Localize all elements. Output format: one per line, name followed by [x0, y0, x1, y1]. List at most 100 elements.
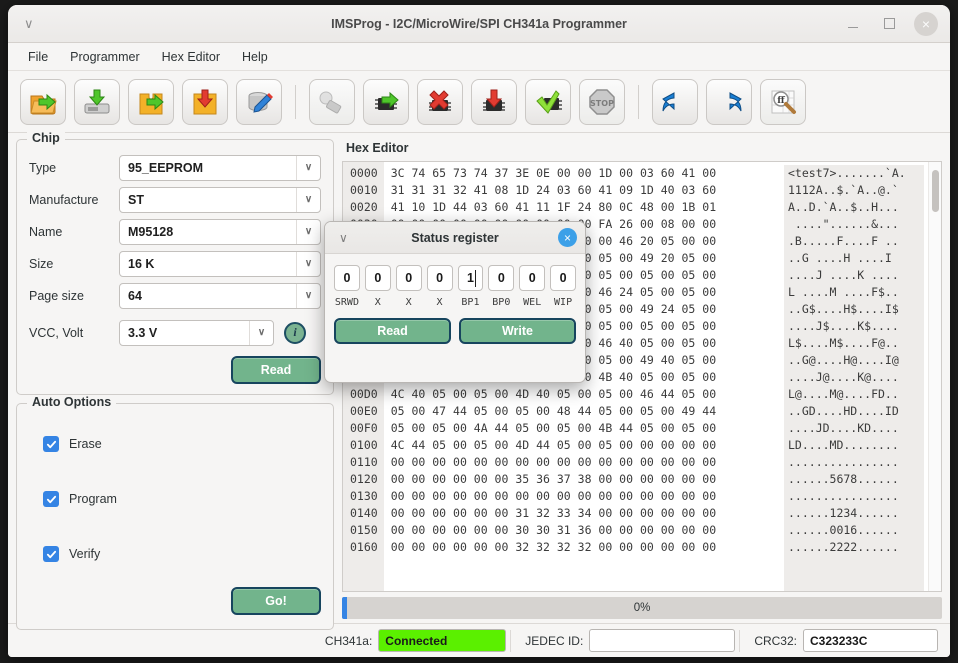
chip-pagesize-value: 64	[128, 288, 142, 303]
chevron-down-icon: ∨	[296, 283, 320, 308]
status-crc: CRC32: C323233C	[744, 629, 938, 653]
bit-input-3[interactable]: 1	[457, 265, 484, 291]
chip-group: Chip Type 95_EEPROM ∨ Manufacture ST ∨ N…	[16, 131, 334, 395]
toolbar-open-file-button[interactable]	[20, 78, 66, 125]
bit-name-x2: X	[405, 297, 412, 308]
toolbar-write-chip-button[interactable]	[471, 78, 517, 125]
toolbar-redo-button[interactable]	[706, 78, 752, 125]
chip-size-value: 16 K	[128, 256, 155, 271]
minimize-button[interactable]	[842, 13, 864, 35]
chip-row-vcc: VCC, Volt 3.3 V ∨ i	[29, 319, 321, 346]
bit-input-0[interactable]: 0	[550, 265, 576, 291]
toolbar-save-buffer-button[interactable]	[182, 78, 228, 125]
toolbar-edit-buffer-button[interactable]	[236, 78, 282, 125]
dialog-title-bar: ∨ Status register ×	[325, 222, 585, 254]
chip-row-pagesize: Page size 64 ∨	[29, 282, 321, 309]
dialog-read-button[interactable]: Read	[334, 318, 451, 344]
chip-manufacture-select[interactable]: ST ∨	[119, 186, 321, 213]
title-bar: ∨ IMSProg - I2C/MicroWire/SPI CH341a Pro…	[8, 5, 950, 43]
puzzle-green-arrow-icon	[139, 93, 164, 114]
chip-group-label: Chip	[27, 131, 65, 145]
maximize-button[interactable]	[878, 13, 900, 35]
toolbar-find-font-button[interactable]: ff	[760, 78, 806, 125]
verify-checkbox[interactable]	[43, 546, 59, 562]
toolbar-detect-chip-button[interactable]	[309, 78, 355, 125]
toolbar-load-buffer-button[interactable]	[128, 78, 174, 125]
toolbar-undo-button[interactable]	[652, 78, 698, 125]
bit-input-2[interactable]: 0	[488, 265, 515, 291]
left-panel: Chip Type 95_EEPROM ∨ Manufacture ST ∨ N…	[16, 131, 334, 630]
hex-editor-scrollbar[interactable]	[928, 162, 941, 591]
bit-input-4[interactable]: 0	[426, 265, 453, 291]
chip-pagesize-label: Page size	[29, 288, 84, 303]
crc32-field[interactable]: C323233C	[803, 629, 938, 652]
chip-row-size: Size 16 K ∨	[29, 250, 321, 277]
toolbar-separator-1	[295, 84, 296, 119]
chip-name-select[interactable]: M95128 ∨	[119, 218, 321, 245]
status-register-bits: 0 0 0 0 1 0 0 0	[325, 254, 585, 291]
device-status-badge: Connected	[378, 629, 507, 652]
menu-help[interactable]: Help	[232, 47, 278, 67]
chevron-down-icon: ∨	[296, 155, 320, 180]
chip-pagesize-select[interactable]: 64 ∨	[119, 282, 321, 309]
bit-input-6[interactable]: 0	[364, 265, 391, 291]
menu-programmer[interactable]: Programmer	[60, 47, 149, 67]
probe-grey-icon	[319, 91, 342, 113]
chip-row-name: Name M95128 ∨	[29, 218, 321, 245]
hex-editor-label: Hex Editor	[346, 141, 409, 155]
bit-input-7[interactable]: 0	[334, 265, 360, 291]
chip-vcc-select[interactable]: 3.3 V ∨	[119, 319, 274, 346]
chip-manufacture-label: Manufacture	[29, 192, 99, 207]
menu-bar: File Programmer Hex Editor Help	[8, 43, 950, 71]
scrollbar-thumb[interactable]	[932, 170, 939, 212]
dialog-close-button[interactable]: ×	[558, 228, 577, 247]
bit-name-x1: X	[374, 297, 381, 308]
dialog-write-button[interactable]: Write	[459, 318, 576, 344]
bit-input-1[interactable]: 0	[519, 265, 546, 291]
status-device: CH341a: Connected	[315, 629, 507, 653]
titlebar-menu-button[interactable]: ∨	[8, 17, 68, 30]
menu-file[interactable]: File	[18, 47, 58, 67]
toolbar-separator-2	[638, 84, 639, 119]
status-register-bit-names: SRWD X X X BP1 BP0 WEL WIP	[325, 291, 585, 308]
auto-option-erase[interactable]: Erase	[43, 433, 321, 455]
close-button[interactable]: ×	[914, 11, 938, 36]
verify-label: Verify	[69, 547, 101, 561]
status-divider-1	[510, 629, 512, 652]
jedec-label: JEDEC ID:	[525, 633, 584, 648]
auto-options-group: Auto Options Erase Program Verify Go!	[16, 395, 334, 630]
program-checkbox[interactable]	[43, 491, 59, 507]
chip-name-value: M95128	[128, 224, 174, 239]
auto-option-verify[interactable]: Verify	[43, 543, 321, 565]
status-divider-2	[739, 629, 741, 652]
toolbar-verify-chip-button[interactable]	[525, 78, 571, 125]
chip-green-arrow-icon	[375, 91, 399, 110]
chip-read-button[interactable]: Read	[231, 356, 321, 384]
chip-size-select[interactable]: 16 K ∨	[119, 250, 321, 277]
chip-green-check-icon	[536, 89, 562, 114]
erase-checkbox[interactable]	[43, 436, 59, 452]
device-label: CH341a:	[324, 633, 373, 648]
bit-name-wel: WEL	[523, 297, 542, 308]
toolbar-stop-button[interactable]: STOP	[579, 78, 625, 125]
toolbar-read-chip-button[interactable]	[363, 78, 409, 125]
bit-name-bp0: BP0	[492, 297, 511, 308]
magnifier-ff-icon: ff	[771, 90, 796, 114]
toolbar: STOP ff	[8, 71, 950, 133]
toolbar-save-file-button[interactable]	[74, 78, 120, 125]
chevron-down-icon: ∨	[296, 187, 320, 212]
toolbar-erase-chip-button[interactable]	[417, 78, 463, 125]
menu-hex-editor[interactable]: Hex Editor	[152, 47, 230, 67]
check-icon	[46, 495, 56, 503]
hex-ascii-column[interactable]: <test7>.......`A. 1112A..$.`A..@.` A..D.…	[784, 165, 924, 591]
chip-red-arrow-icon	[483, 89, 505, 111]
bit-input-5[interactable]: 0	[395, 265, 422, 291]
chip-type-select[interactable]: 95_EEPROM ∨	[119, 154, 321, 181]
chip-info-button[interactable]: i	[284, 321, 306, 344]
auto-option-program[interactable]: Program	[43, 488, 321, 510]
jedec-id-field[interactable]	[589, 629, 736, 652]
chevron-down-icon[interactable]: ∨	[325, 231, 348, 245]
blue-arrow-right-icon	[729, 91, 742, 111]
chip-vcc-value: 3.3 V	[128, 325, 158, 340]
go-button[interactable]: Go!	[231, 587, 321, 615]
